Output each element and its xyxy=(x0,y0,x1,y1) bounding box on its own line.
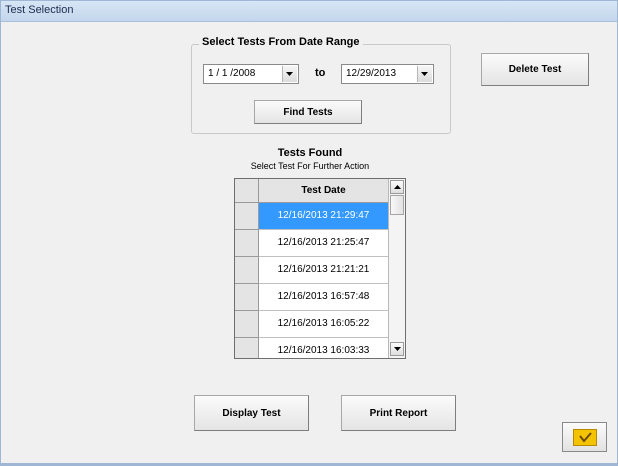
arrow-down-icon[interactable] xyxy=(390,342,404,356)
from-date-value: 1 / 1 /2008 xyxy=(208,68,256,79)
chevron-down-icon[interactable] xyxy=(417,66,432,82)
row-selector[interactable] xyxy=(235,311,259,338)
row-selector[interactable] xyxy=(235,230,259,257)
from-date-combo[interactable]: 1 / 1 /2008 xyxy=(203,64,299,84)
test-selection-window: Test Selection Select Tests From Date Ra… xyxy=(0,0,618,466)
table-row[interactable]: 12/16/2013 16:05:22 xyxy=(235,311,389,338)
row-selector[interactable] xyxy=(235,338,259,358)
ok-button[interactable] xyxy=(562,422,607,452)
column-header-test-date[interactable]: Test Date xyxy=(259,179,389,203)
test-date-cell[interactable]: 12/16/2013 21:21:21 xyxy=(259,257,389,284)
date-range-legend: Select Tests From Date Range xyxy=(199,36,363,48)
test-date-cell[interactable]: 12/16/2013 16:03:33 xyxy=(259,338,389,358)
table-row[interactable]: 12/16/2013 16:03:33 xyxy=(235,338,389,358)
arrow-up-icon[interactable] xyxy=(390,180,404,194)
scrollbar-thumb[interactable] xyxy=(390,195,404,215)
test-date-cell[interactable]: 12/16/2013 21:29:47 xyxy=(259,203,389,230)
table-row[interactable]: 12/16/2013 21:25:47 xyxy=(235,230,389,257)
delete-test-button[interactable]: Delete Test xyxy=(481,53,589,86)
tests-grid[interactable]: Test Date 12/16/2013 21:29:47 12/16/2013… xyxy=(234,178,406,359)
test-date-cell[interactable]: 12/16/2013 21:25:47 xyxy=(259,230,389,257)
test-date-cell[interactable]: 12/16/2013 16:57:48 xyxy=(259,284,389,311)
grid-vertical-scrollbar[interactable] xyxy=(388,179,405,358)
tests-found-subtitle: Select Test For Further Action xyxy=(250,161,370,171)
to-date-combo[interactable]: 12/29/2013 xyxy=(341,64,434,84)
chevron-down-icon[interactable] xyxy=(282,66,297,82)
yellow-check-icon xyxy=(573,429,597,446)
title-bar: Test Selection xyxy=(1,1,617,22)
bottom-border xyxy=(1,463,617,465)
row-header-corner xyxy=(235,179,259,203)
to-date-value: 12/29/2013 xyxy=(346,68,397,79)
table-row[interactable]: 12/16/2013 16:57:48 xyxy=(235,284,389,311)
row-selector[interactable] xyxy=(235,284,259,311)
row-selector[interactable] xyxy=(235,203,259,230)
to-label: to xyxy=(315,67,326,79)
test-date-cell[interactable]: 12/16/2013 16:05:22 xyxy=(259,311,389,338)
window-title: Test Selection xyxy=(5,4,74,16)
print-report-button[interactable]: Print Report xyxy=(341,395,456,431)
display-test-button[interactable]: Display Test xyxy=(194,395,309,431)
find-tests-button[interactable]: Find Tests xyxy=(254,100,362,124)
tests-found-title: Tests Found xyxy=(277,147,343,159)
row-selector[interactable] xyxy=(235,257,259,284)
table-row[interactable]: 12/16/2013 21:29:47 xyxy=(235,203,389,230)
table-row[interactable]: 12/16/2013 21:21:21 xyxy=(235,257,389,284)
